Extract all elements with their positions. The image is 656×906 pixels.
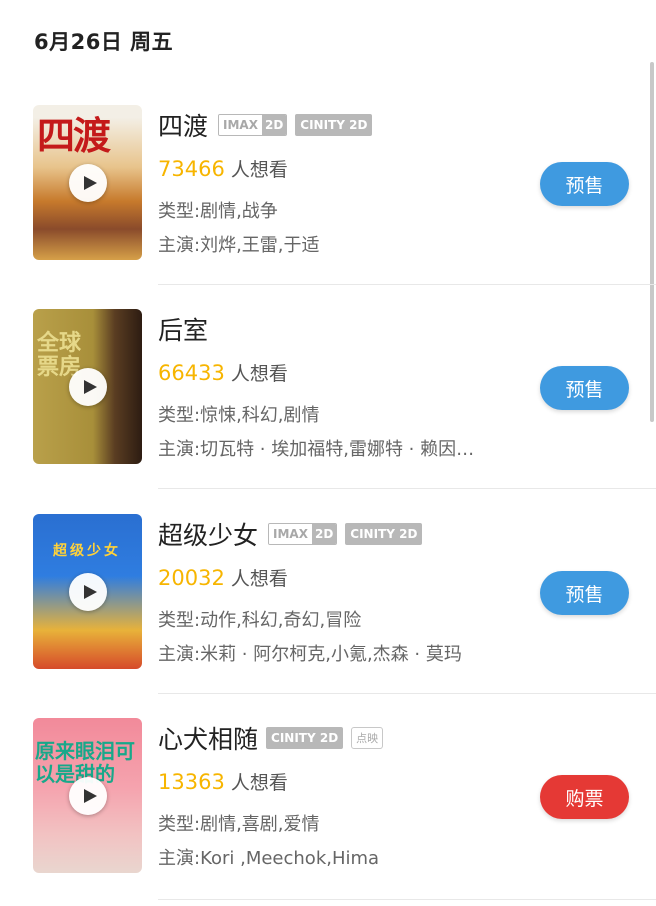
- movie-title[interactable]: 后室: [158, 311, 208, 347]
- movie-item-chaojishaonv[interactable]: 超级少女 超级少女 IMAX 2D CINITY 2D 20032 人想看 类型:动…: [0, 514, 656, 718]
- movie-genre: 类型:动作,科幻,奇幻,冒险: [158, 610, 362, 631]
- movie-cast: 主演:切瓦特 · 埃加福特,雷娜特 · 赖因…: [158, 439, 475, 460]
- want-to-see: 13363 人想看: [158, 770, 288, 794]
- movie-item-houshi[interactable]: 全球票房 后室 66433 人想看 类型:惊悚,科幻,剧情 主演:切瓦特 · 埃加…: [0, 309, 656, 513]
- play-button[interactable]: [69, 777, 107, 815]
- play-button[interactable]: [69, 164, 107, 202]
- movie-item-xinquanxiangsui[interactable]: 原来眼泪可以是甜的 心犬相随 CINITY 2D 点映 13363 人想看 类型:…: [0, 718, 656, 906]
- want-to-see: 20032 人想看: [158, 566, 288, 590]
- movie-genre: 类型:剧情,喜剧,爱情: [158, 814, 320, 835]
- cinity-2d-tag: CINITY 2D: [266, 727, 344, 749]
- presale-button[interactable]: 预售: [540, 366, 629, 410]
- movie-title[interactable]: 超级少女: [158, 516, 258, 552]
- want-count: 13363: [158, 770, 225, 794]
- preview-screening-tag: 点映: [351, 727, 384, 749]
- movie-poster[interactable]: 原来眼泪可以是甜的: [33, 718, 142, 873]
- movie-genre: 类型:剧情,战争: [158, 201, 278, 222]
- movie-cast: 主演:Kori ,Meechok,Hima: [158, 848, 380, 869]
- buy-ticket-button[interactable]: 购票: [540, 775, 629, 819]
- want-count: 73466: [158, 157, 225, 181]
- imax-2d-tag: IMAX 2D: [218, 114, 288, 136]
- play-icon: [83, 380, 97, 394]
- movie-genre: 类型:惊悚,科幻,剧情: [158, 405, 320, 426]
- presale-button[interactable]: 预售: [540, 571, 629, 615]
- play-button[interactable]: [69, 368, 107, 406]
- cinity-2d-tag: CINITY 2D: [345, 523, 423, 545]
- divider: [158, 284, 656, 285]
- movie-poster[interactable]: 全球票房: [33, 309, 142, 464]
- poster-title-text: 超级少女: [53, 543, 121, 559]
- cinity-2d-tag: CINITY 2D: [295, 114, 373, 136]
- poster-title-text: 四渡: [37, 113, 111, 158]
- movie-poster[interactable]: 四渡: [33, 105, 142, 260]
- play-icon: [83, 789, 97, 803]
- movie-poster[interactable]: 超级少女: [33, 514, 142, 669]
- play-icon: [83, 176, 97, 190]
- divider: [158, 899, 656, 900]
- want-to-see: 73466 人想看: [158, 157, 288, 181]
- play-icon: [83, 585, 97, 599]
- movie-cast: 主演:米莉 · 阿尔柯克,小氪,杰森 · 莫玛: [158, 644, 462, 665]
- movie-title[interactable]: 四渡: [158, 107, 208, 143]
- presale-button[interactable]: 预售: [540, 162, 629, 206]
- want-to-see: 66433 人想看: [158, 361, 288, 385]
- date-header: 6月26日 周五: [34, 30, 174, 54]
- movie-title[interactable]: 心犬相随: [158, 720, 258, 756]
- divider: [158, 693, 656, 694]
- divider: [158, 488, 656, 489]
- movie-cast: 主演:刘烨,王雷,于适: [158, 235, 320, 256]
- want-count: 20032: [158, 566, 225, 590]
- play-button[interactable]: [69, 573, 107, 611]
- imax-2d-tag: IMAX 2D: [268, 523, 338, 545]
- movie-item-sidu[interactable]: 四渡 四渡 IMAX 2D CINITY 2D 73466 人想看 类型:剧情,战争…: [0, 105, 656, 309]
- want-count: 66433: [158, 361, 225, 385]
